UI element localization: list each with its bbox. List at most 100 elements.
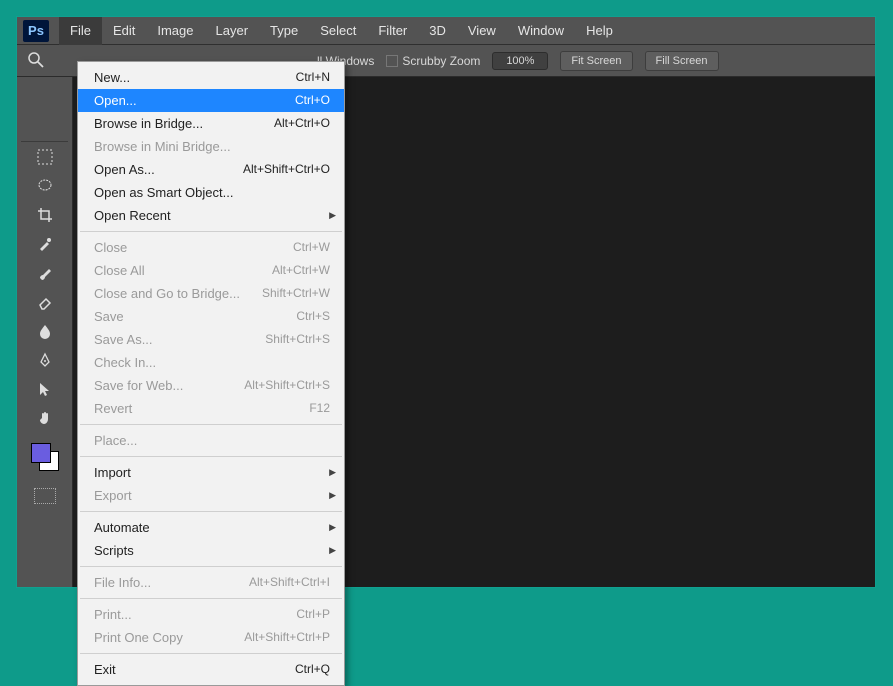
menu-select[interactable]: Select [309, 17, 367, 45]
menubar: Ps FileEditImageLayerTypeSelectFilter3DV… [17, 17, 875, 45]
quick-mask-icon[interactable] [34, 488, 56, 504]
brush-tool-icon[interactable] [35, 263, 55, 283]
menu-item-label: Place... [94, 432, 137, 449]
menu-item-open-as-smart-object[interactable]: Open as Smart Object... [78, 181, 344, 204]
menu-item-label: Check In... [94, 354, 156, 371]
menu-item-shortcut: F12 [309, 400, 330, 417]
menu-item-shortcut: Ctrl+S [296, 308, 330, 325]
menu-separator [80, 653, 342, 654]
file-menu-dropdown: New... Ctrl+N Open... Ctrl+O Browse in Bridg… [77, 61, 345, 686]
menu-item-label: Browse in Mini Bridge... [94, 138, 231, 155]
menu-item-label: Close All [94, 262, 145, 279]
menu-separator [80, 456, 342, 457]
menu-item-label: Revert [94, 400, 132, 417]
menu-item-scripts[interactable]: Scripts [78, 539, 344, 562]
menu-item-label: New... [94, 69, 130, 86]
menu-separator [80, 598, 342, 599]
menu-edit[interactable]: Edit [102, 17, 146, 45]
menu-item-save-for-web: Save for Web... Alt+Shift+Ctrl+S [78, 374, 344, 397]
menu-item-import[interactable]: Import [78, 461, 344, 484]
menu-item-shortcut: Alt+Shift+Ctrl+S [244, 377, 330, 394]
menu-item-label: Save As... [94, 331, 153, 348]
app-window: Ps FileEditImageLayerTypeSelectFilter3DV… [16, 16, 876, 588]
menu-item-automate[interactable]: Automate [78, 516, 344, 539]
lasso-tool-icon[interactable] [35, 176, 55, 196]
menu-item-export: Export [78, 484, 344, 507]
menu-item-place: Place... [78, 429, 344, 452]
menu-item-shortcut: Ctrl+P [296, 606, 330, 623]
toolbox [17, 77, 73, 587]
menu-item-shortcut: Ctrl+O [295, 92, 330, 109]
menu-item-label: Scripts [94, 542, 134, 559]
crop-tool-icon[interactable] [35, 205, 55, 225]
color-swatch[interactable] [31, 443, 59, 471]
menu-item-label: Export [94, 487, 132, 504]
menu-item-browse-in-mini-bridge: Browse in Mini Bridge... [78, 135, 344, 158]
menu-item-label: Close and Go to Bridge... [94, 285, 240, 302]
menu-image[interactable]: Image [146, 17, 204, 45]
menu-item-label: Close [94, 239, 127, 256]
menu-item-shortcut: Alt+Ctrl+W [272, 262, 330, 279]
menu-item-label: Save for Web... [94, 377, 183, 394]
menu-item-label: Open... [94, 92, 137, 109]
zoom-tool-icon[interactable] [23, 47, 49, 73]
menu-item-shortcut: Alt+Shift+Ctrl+P [244, 629, 330, 646]
menu-window[interactable]: Window [507, 17, 575, 45]
menu-item-label: Print One Copy [94, 629, 183, 646]
menu-filter[interactable]: Filter [367, 17, 418, 45]
menu-item-file-info: File Info... Alt+Shift+Ctrl+I [78, 571, 344, 594]
menu-item-label: Browse in Bridge... [94, 115, 203, 132]
menu-item-label: Automate [94, 519, 150, 536]
menu-item-label: Exit [94, 661, 116, 678]
menu-item-shortcut: Alt+Shift+Ctrl+O [243, 161, 330, 178]
menu-item-open-recent[interactable]: Open Recent [78, 204, 344, 227]
menu-item-label: Save [94, 308, 124, 325]
menu-3d[interactable]: 3D [418, 17, 457, 45]
menu-item-shortcut: Alt+Shift+Ctrl+I [249, 574, 330, 591]
menu-separator [80, 231, 342, 232]
menu-separator [80, 424, 342, 425]
scrubby-zoom-checkbox[interactable]: Scrubby Zoom [386, 54, 480, 68]
menu-item-open-as[interactable]: Open As... Alt+Shift+Ctrl+O [78, 158, 344, 181]
marquee-tool-icon[interactable] [35, 147, 55, 167]
menu-item-label: Print... [94, 606, 132, 623]
fill-screen-button[interactable]: Fill Screen [645, 51, 719, 71]
menu-type[interactable]: Type [259, 17, 309, 45]
menu-item-label: Open as Smart Object... [94, 184, 233, 201]
menu-item-close: Close Ctrl+W [78, 236, 344, 259]
menu-item-exit[interactable]: Exit Ctrl+Q [78, 658, 344, 681]
menu-separator [80, 566, 342, 567]
menu-item-print-one-copy: Print One Copy Alt+Shift+Ctrl+P [78, 626, 344, 649]
menu-item-shortcut: Shift+Ctrl+W [262, 285, 330, 302]
path-select-tool-icon[interactable] [35, 379, 55, 399]
blur-tool-icon[interactable] [35, 321, 55, 341]
menu-item-browse-in-bridge[interactable]: Browse in Bridge... Alt+Ctrl+O [78, 112, 344, 135]
hand-tool-icon[interactable] [35, 408, 55, 428]
menu-item-label: Import [94, 464, 131, 481]
menu-item-label: Open As... [94, 161, 155, 178]
menu-item-shortcut: Ctrl+Q [295, 661, 330, 678]
menu-item-new[interactable]: New... Ctrl+N [78, 66, 344, 89]
menu-item-shortcut: Alt+Ctrl+O [274, 115, 330, 132]
menu-layer[interactable]: Layer [205, 17, 260, 45]
fit-screen-button[interactable]: Fit Screen [560, 51, 632, 71]
menu-item-label: Open Recent [94, 207, 171, 224]
menu-item-print: Print... Ctrl+P [78, 603, 344, 626]
eyedropper-tool-icon[interactable] [35, 234, 55, 254]
eraser-tool-icon[interactable] [35, 292, 55, 312]
menu-item-save-as: Save As... Shift+Ctrl+S [78, 328, 344, 351]
menu-view[interactable]: View [457, 17, 507, 45]
app-logo: Ps [23, 20, 49, 42]
menu-item-open[interactable]: Open... Ctrl+O [78, 89, 344, 112]
menu-item-save: Save Ctrl+S [78, 305, 344, 328]
menu-item-close-and-go-to-bridge: Close and Go to Bridge... Shift+Ctrl+W [78, 282, 344, 305]
menu-item-label: File Info... [94, 574, 151, 591]
menu-item-shortcut: Shift+Ctrl+S [265, 331, 330, 348]
zoom-level-input[interactable]: 100% [492, 52, 548, 70]
menu-help[interactable]: Help [575, 17, 624, 45]
pen-tool-icon[interactable] [35, 350, 55, 370]
menu-item-shortcut: Ctrl+W [293, 239, 330, 256]
menu-file[interactable]: File [59, 17, 102, 45]
menu-item-shortcut: Ctrl+N [296, 69, 330, 86]
menu-item-revert: Revert F12 [78, 397, 344, 420]
